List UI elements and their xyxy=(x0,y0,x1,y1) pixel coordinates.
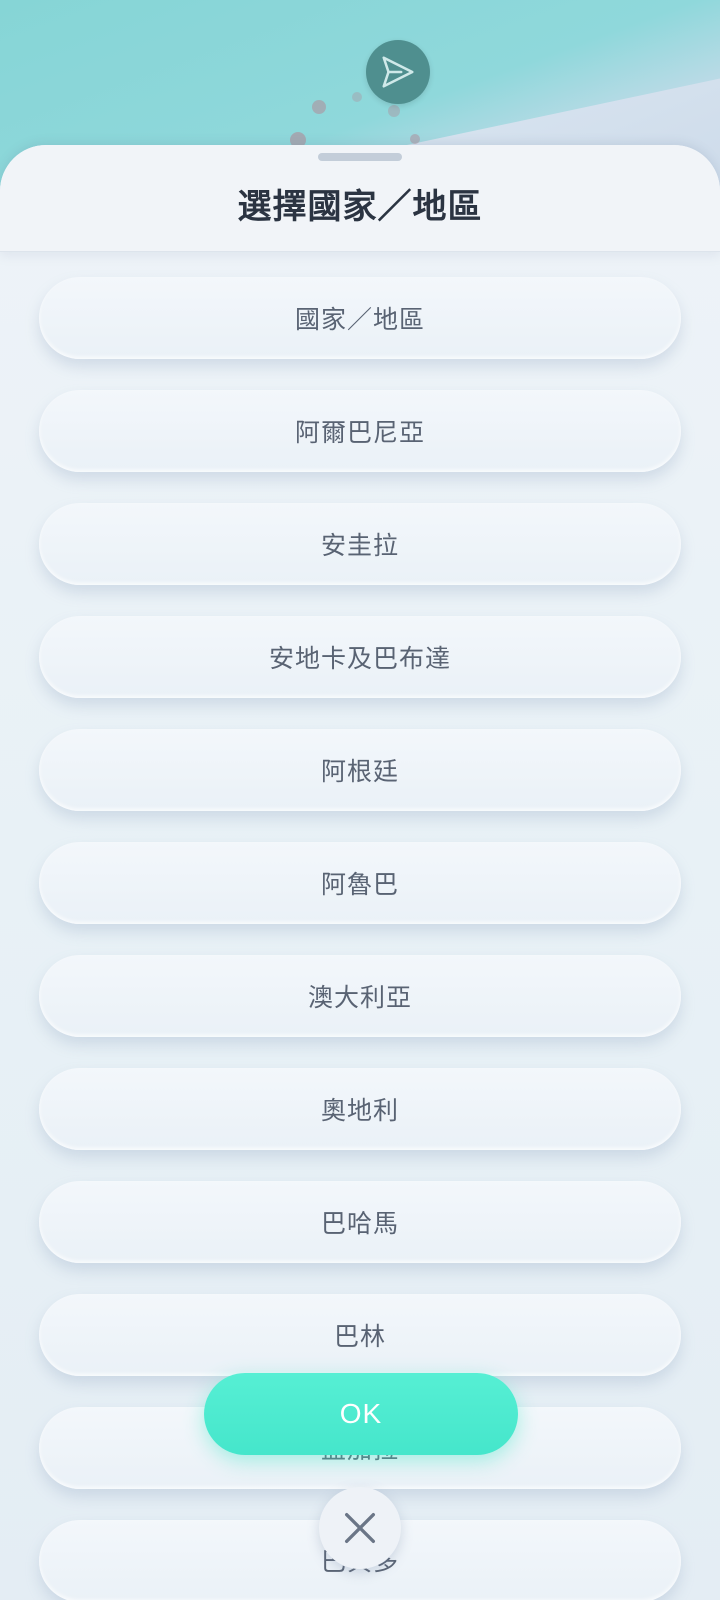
list-item[interactable]: 安地卡及巴布達 xyxy=(39,616,681,698)
sheet-header: 選擇國家／地區 xyxy=(0,145,720,252)
decorative-dot xyxy=(410,134,420,144)
decorative-dot xyxy=(388,105,400,117)
list-item[interactable]: 安圭拉 xyxy=(39,503,681,585)
list-item[interactable]: 澳大利亞 xyxy=(39,955,681,1037)
page-title: 選擇國家／地區 xyxy=(237,187,483,227)
decorative-dot xyxy=(312,100,326,114)
send-button[interactable] xyxy=(366,40,430,104)
drag-handle[interactable] xyxy=(318,153,402,161)
list-item[interactable]: 巴哈馬 xyxy=(39,1181,681,1263)
decorative-dot xyxy=(352,92,362,102)
close-icon xyxy=(345,1513,375,1543)
list-item[interactable]: 國家／地區 xyxy=(39,277,681,359)
list-item[interactable]: 奧地利 xyxy=(39,1068,681,1150)
ok-button[interactable]: OK xyxy=(204,1373,518,1455)
list-item[interactable]: 阿根廷 xyxy=(39,729,681,811)
list-item[interactable]: 巴林 xyxy=(39,1294,681,1376)
list-item[interactable]: 阿魯巴 xyxy=(39,842,681,924)
send-icon xyxy=(382,56,414,88)
list-item[interactable]: 阿爾巴尼亞 xyxy=(39,390,681,472)
close-button[interactable] xyxy=(319,1487,401,1569)
